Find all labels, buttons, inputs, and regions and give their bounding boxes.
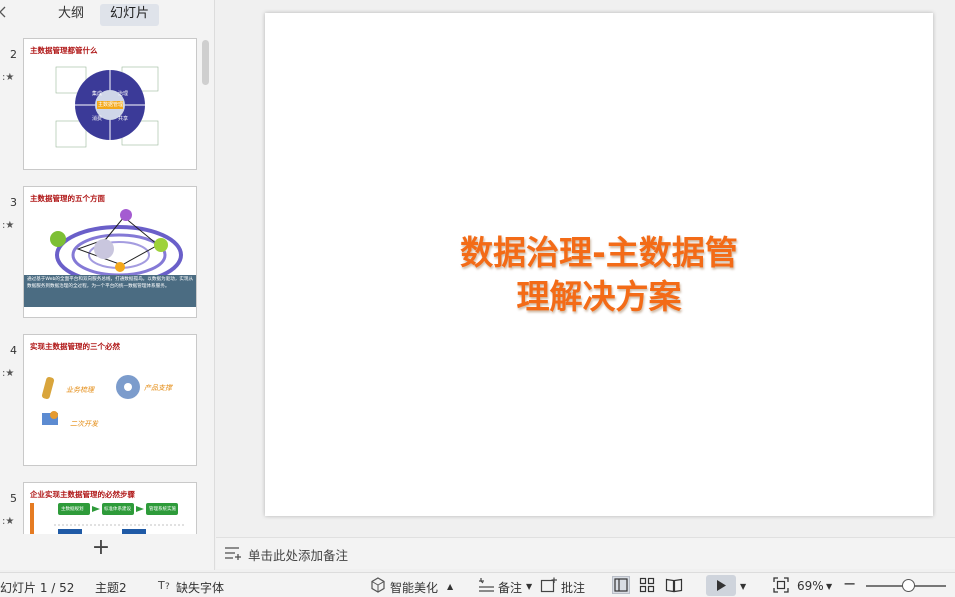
slide-counter: 幻灯片 1 / 52 bbox=[0, 581, 75, 595]
animation-star-icon: :★ bbox=[2, 368, 15, 379]
thumbnail-center-label: 主数据管理 bbox=[98, 102, 124, 108]
thumbnail-item: 业务梳理 bbox=[66, 386, 94, 394]
normal-view-icon[interactable] bbox=[612, 576, 630, 597]
missing-font-icon: T? bbox=[157, 577, 173, 596]
animation-star-icon: :★ bbox=[2, 220, 15, 231]
add-slide-button[interactable]: + bbox=[90, 537, 112, 560]
play-slideshow-button[interactable] bbox=[706, 575, 736, 596]
comment-button[interactable]: 批注 bbox=[561, 579, 585, 596]
collapse-panel-icon[interactable] bbox=[0, 6, 10, 22]
fit-window-icon[interactable] bbox=[773, 577, 789, 596]
status-bar: 幻灯片 1 / 52 主题2 T? 缺失字体 智能美化 ▲ 备注 ▼ 批注 ▼ … bbox=[0, 572, 955, 597]
animation-star-icon: :★ bbox=[2, 72, 15, 83]
notes-placeholder[interactable]: 单击此处添加备注 bbox=[248, 545, 348, 564]
thumbnail-quadrant-label: 集成 bbox=[92, 91, 103, 97]
thumbnail-preview[interactable]: 主数据管理的五个方面 通过基于Web的全面平台和双向服务总线，打通数据孤岛。以数… bbox=[23, 186, 197, 318]
slide-editing-area: 数据治理-主数据管 理解决方案 bbox=[216, 0, 955, 535]
zoom-level[interactable]: 69% bbox=[797, 579, 824, 593]
notes-toggle-button[interactable]: 备注 bbox=[498, 579, 522, 596]
thumbnail-preview[interactable]: 实现主数据管理的三个必然 业务梳理 产品支撑 二次开发 bbox=[23, 334, 197, 466]
slide-number: 2 bbox=[10, 48, 17, 61]
thumbnail-step: 管理系统实施 bbox=[149, 507, 176, 512]
reading-view-icon[interactable] bbox=[665, 577, 683, 596]
slide-panel: 大纲 幻灯片 2 :★ 主数据管理都管什么 主数据管理 集成 治理 消费 共享 … bbox=[0, 0, 215, 570]
zoom-slider-thumb[interactable] bbox=[902, 579, 915, 592]
notes-toggle-icon bbox=[478, 577, 496, 596]
play-icon bbox=[717, 580, 726, 591]
panel-tabs: 大纲 幻灯片 bbox=[48, 4, 160, 26]
thumbnail-icons bbox=[41, 375, 140, 425]
chevron-down-icon[interactable]: ▼ bbox=[740, 582, 746, 591]
notes-icon bbox=[224, 545, 242, 561]
thumbnail-step: 标准体系建设 bbox=[104, 507, 131, 512]
chevron-up-icon[interactable]: ▲ bbox=[447, 582, 453, 591]
missing-font-button[interactable]: 缺失字体 bbox=[176, 579, 224, 596]
theme-name[interactable]: 主题2 bbox=[95, 579, 127, 596]
slide-number: 3 bbox=[10, 196, 17, 209]
thumbnail-quadrant-label: 消费 bbox=[92, 116, 103, 122]
grid-view-icon[interactable] bbox=[639, 577, 655, 596]
slide-number: 5 bbox=[10, 492, 17, 505]
slide-title-line-2: 理解决方案 bbox=[516, 277, 682, 316]
thumbnail-diagram bbox=[24, 209, 196, 307]
thumbnail-item: 二次开发 bbox=[70, 420, 98, 428]
comment-icon bbox=[540, 577, 558, 596]
thumbnail-item: 产品支撑 bbox=[144, 384, 172, 392]
panel-scrollbar[interactable] bbox=[202, 40, 209, 85]
slide-title-textbox[interactable]: 数据治理-主数据管 理解决方案 bbox=[265, 231, 933, 319]
tab-outline[interactable]: 大纲 bbox=[48, 4, 94, 26]
svg-text:T: T bbox=[157, 579, 165, 592]
thumbnail-quadrant-label: 共享 bbox=[118, 116, 129, 122]
svg-text:?: ? bbox=[165, 582, 170, 592]
current-slide[interactable]: 数据治理-主数据管 理解决方案 bbox=[265, 13, 933, 516]
chevron-down-icon[interactable]: ▼ bbox=[526, 582, 532, 591]
slide-title-line-1: 数据治理-主数据管 bbox=[460, 233, 738, 272]
beautify-button[interactable]: 智能美化 bbox=[390, 579, 438, 596]
thumbnail-caption: 通过基于Web的全面平台和双向服务总线，打通数据孤岛。以数据为驱动，实现从数据服… bbox=[27, 277, 194, 289]
slide-number: 4 bbox=[10, 344, 17, 357]
beautify-icon bbox=[370, 577, 386, 596]
tab-slides[interactable]: 幻灯片 bbox=[100, 4, 160, 26]
zoom-out-icon[interactable]: − bbox=[843, 574, 856, 593]
thumbnail-preview[interactable]: 企业实现主数据管理的必然步骤 主数据规划 标准体系建设 管理系统实施 bbox=[23, 482, 197, 534]
thumbnail-step: 主数据规划 bbox=[61, 507, 84, 512]
chevron-down-icon[interactable]: ▼ bbox=[826, 582, 832, 591]
animation-star-icon: :★ bbox=[2, 516, 15, 527]
thumbnail-preview[interactable]: 主数据管理都管什么 主数据管理 集成 治理 消费 共享 bbox=[23, 38, 197, 170]
notes-pane[interactable]: 单击此处添加备注 bbox=[216, 537, 955, 569]
thumbnail-quadrant-label: 治理 bbox=[118, 91, 129, 97]
slide-thumbnail-list[interactable]: 2 :★ 主数据管理都管什么 主数据管理 集成 治理 消费 共享 3:★ 主数… bbox=[0, 30, 214, 534]
